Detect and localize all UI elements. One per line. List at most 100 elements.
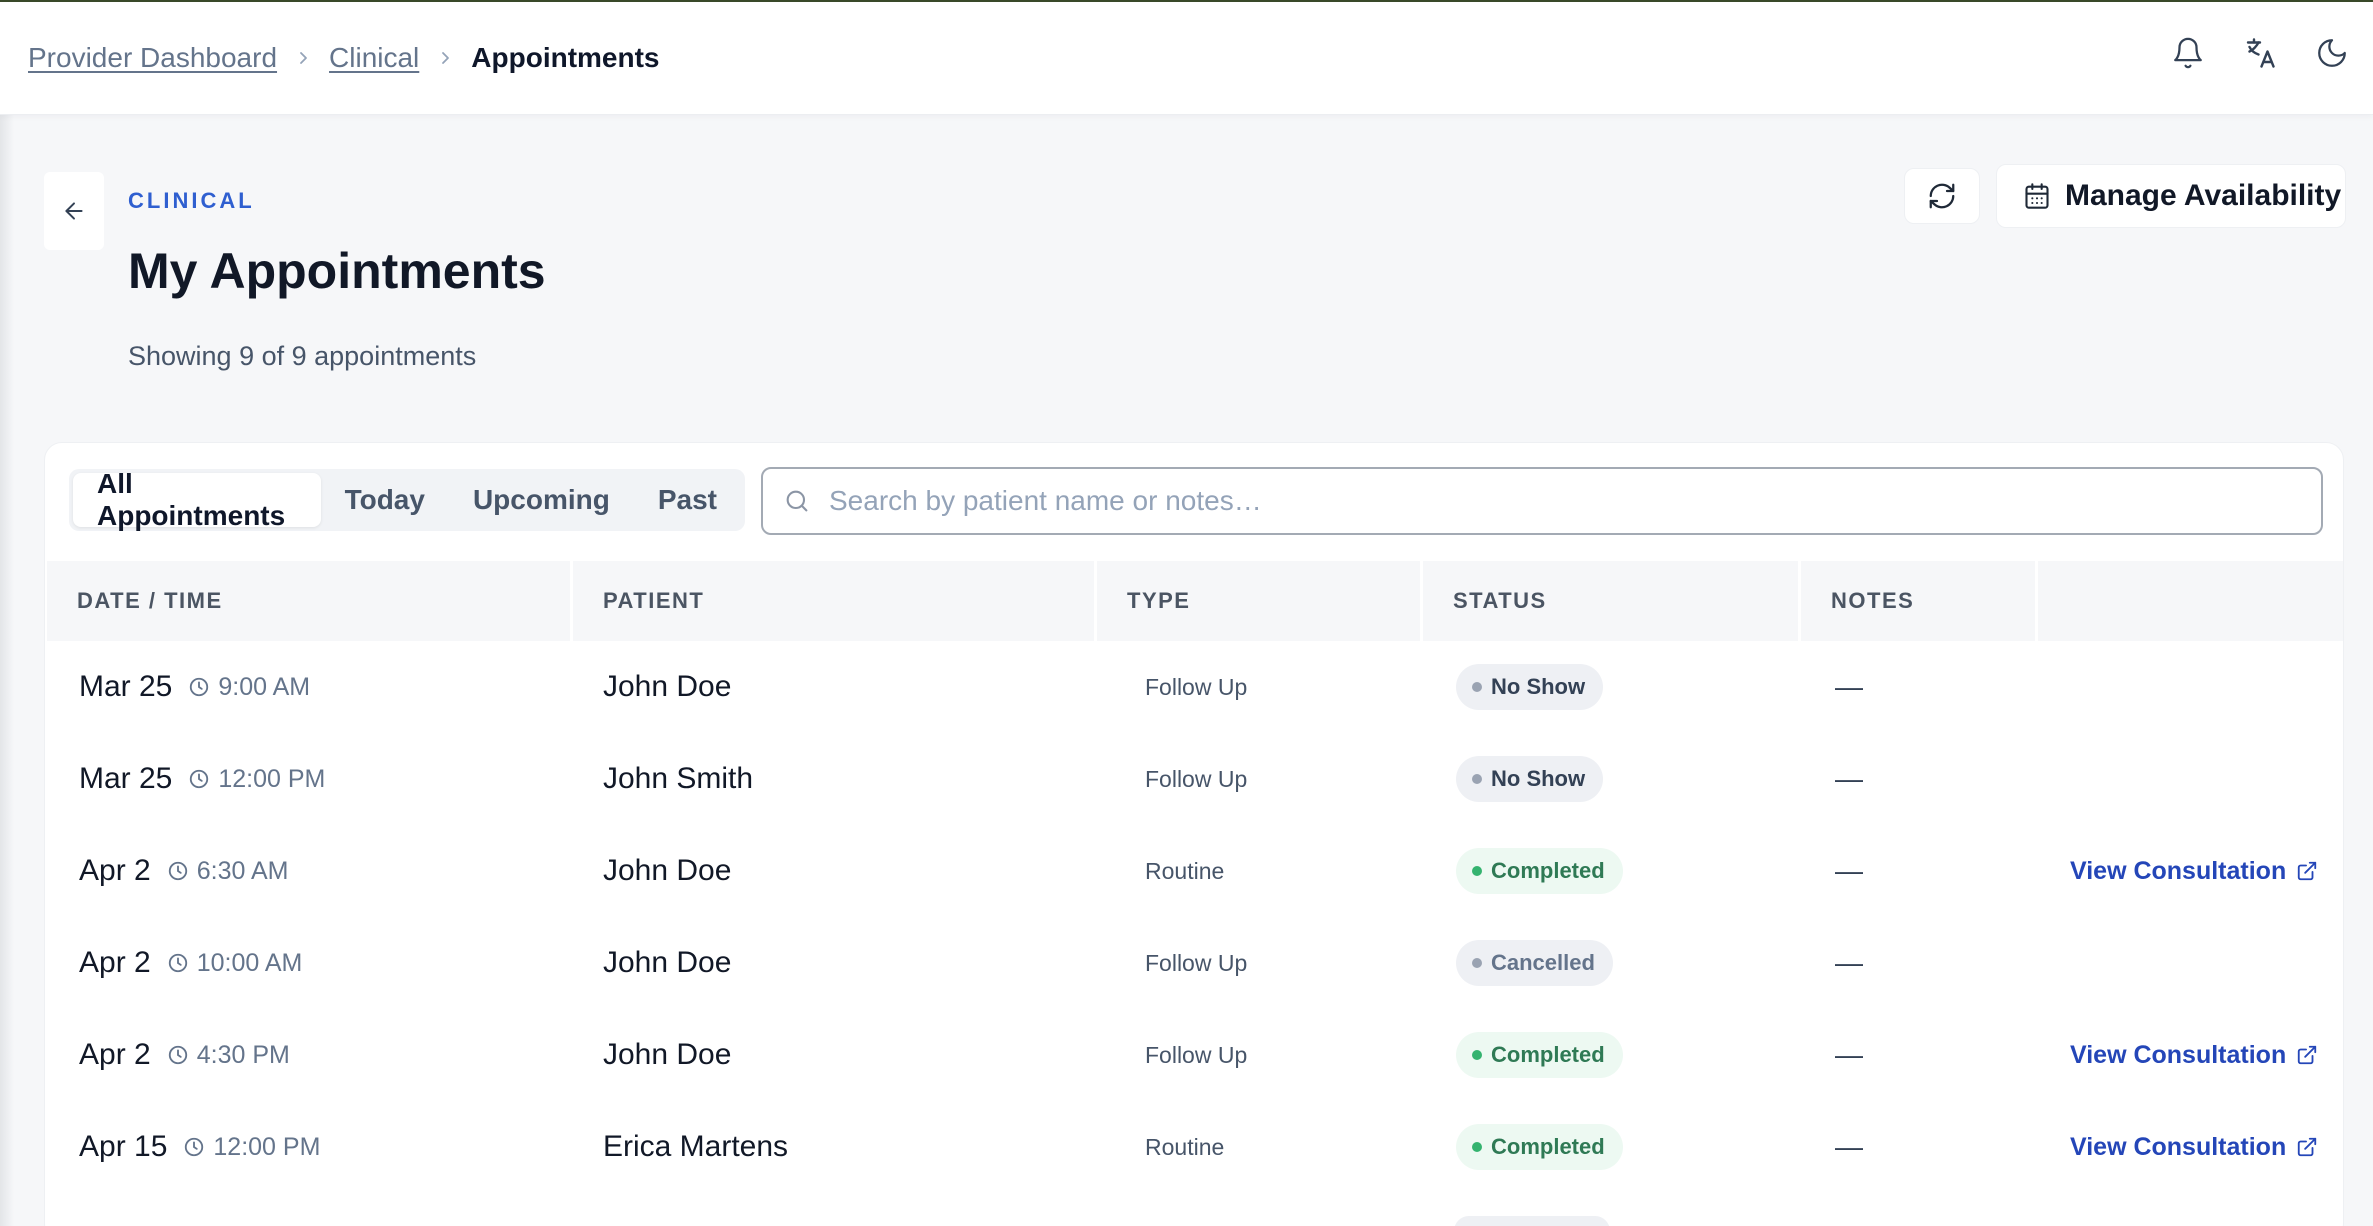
external-link-icon — [2298, 1137, 2317, 1157]
view-consultation-link[interactable]: View Consultation — [2070, 857, 2318, 886]
status-dot — [1472, 1142, 1482, 1152]
back-button[interactable] — [44, 172, 104, 250]
appointment-date: Apr 2 — [79, 854, 151, 887]
appointment-type: Follow Up — [1145, 949, 1248, 976]
view-consultation-label: View Consultation — [2070, 856, 2287, 885]
breadcrumb-clinical[interactable]: Clinical — [329, 42, 419, 74]
patient-name: John Smith — [603, 762, 754, 795]
clock-icon — [185, 1137, 204, 1157]
breadcrumb-current: Appointments — [471, 42, 660, 73]
top-bar: Provider Dashboard Clinical Appointments — [0, 2, 2373, 115]
clock-icon — [168, 1045, 187, 1065]
status-dot — [1472, 866, 1482, 876]
status-badge: Cancelled — [1456, 940, 1613, 986]
notes-cell: — — [1835, 763, 1863, 794]
section-eyebrow: CLINICAL — [128, 188, 255, 213]
time-text: 10:00 AM — [196, 948, 303, 977]
breadcrumb-provider-dashboard[interactable]: Provider Dashboard — [28, 42, 277, 74]
time-text: 12:00 PM — [218, 764, 326, 793]
appointment-type: Follow Up — [1145, 673, 1248, 700]
notes-cell: — — [1835, 947, 1863, 978]
clock-icon — [168, 861, 187, 881]
date-time-cell: Mar 25 9:00 AM — [47, 670, 573, 704]
table-row[interactable]: Mar 25 12:00 PM John Smith Follow Up No … — [47, 733, 2343, 825]
table-body: Mar 25 9:00 AM John Doe Follow Up No Sho… — [47, 641, 2343, 1193]
status-badge: Completed — [1456, 848, 1623, 894]
moon-icon — [2318, 39, 2346, 67]
page-title: My Appointments — [128, 243, 546, 299]
date-time-cell: Apr 2 6:30 AM — [47, 854, 573, 888]
search-input[interactable] — [829, 485, 2279, 517]
date-time-cell: Mar 25 12:00 PM — [47, 762, 573, 796]
appointment-time: 10:00 AM — [167, 948, 303, 978]
appointment-type: Routine — [1145, 1133, 1225, 1160]
clock-icon — [168, 953, 187, 973]
status-text: No Show — [1491, 674, 1586, 699]
table-header: DATE / TIME PATIENT TYPE STATUS NOTES — [47, 561, 2343, 641]
arrow-left-icon — [65, 202, 83, 220]
view-consultation-label: View Consultation — [2070, 1132, 2287, 1161]
theme-toggle-button[interactable] — [2311, 32, 2353, 74]
status-cell: Completed — [1423, 1032, 1801, 1078]
column-header-status[interactable]: STATUS — [1423, 561, 1801, 641]
patient-name: John Doe — [603, 670, 732, 703]
notes-cell: — — [1835, 1131, 1863, 1162]
table-row[interactable]: Mar 25 9:00 AM John Doe Follow Up No Sho… — [47, 641, 2343, 733]
manage-availability-label: Manage Availability — [2065, 179, 2342, 212]
appointment-date: Mar 25 — [79, 670, 173, 703]
manage-availability-button[interactable]: Manage Availability — [1996, 164, 2346, 228]
filter-tabs: All Appointments Today Upcoming Past — [69, 468, 745, 531]
table-row[interactable]: Apr 2 4:30 PM John Doe Follow Up Complet… — [47, 1009, 2343, 1101]
action-cell: View Consultation — [2038, 857, 2343, 886]
calendar-icon — [2025, 183, 2049, 209]
search-icon — [786, 490, 808, 512]
chevron-right-icon — [295, 50, 311, 66]
appointment-time: 9:00 AM — [188, 673, 310, 702]
view-consultation-label: View Consultation — [2070, 1040, 2287, 1069]
view-consultation-link[interactable]: View Consultation — [2070, 1133, 2318, 1162]
tab-past[interactable]: Past — [634, 473, 741, 527]
bell-icon — [2174, 37, 2202, 69]
table-row[interactable]: Apr 15 12:00 PM Erica Martens Routine Co… — [47, 1101, 2343, 1193]
column-header-type[interactable]: TYPE — [1097, 561, 1423, 641]
clock-icon — [190, 677, 209, 697]
status-dot — [1472, 682, 1482, 692]
tab-upcoming[interactable]: Upcoming — [449, 473, 634, 527]
status-cell: Completed — [1423, 1124, 1801, 1170]
appointment-date: Apr 2 — [79, 946, 151, 979]
tab-all-appointments[interactable]: All Appointments — [73, 468, 321, 531]
refresh-button[interactable] — [1904, 168, 1980, 224]
appointment-time: 12:00 PM — [183, 1133, 320, 1162]
notifications-button[interactable] — [2167, 32, 2209, 74]
column-header-patient[interactable]: PATIENT — [573, 561, 1097, 641]
tab-today[interactable]: Today — [321, 473, 449, 527]
chevron-right-icon — [437, 50, 453, 66]
table-row[interactable]: Apr 2 10:00 AM John Doe Follow Up Cancel… — [47, 917, 2343, 1009]
patient-name: John Doe — [603, 946, 732, 979]
status-text: Completed — [1491, 858, 1605, 883]
action-cell: View Consultation — [2038, 1133, 2343, 1162]
appointment-date: Apr 2 — [79, 1038, 151, 1071]
status-cell: Cancelled — [1423, 940, 1801, 986]
appointment-type: Follow Up — [1145, 765, 1248, 792]
search-field — [761, 467, 2323, 535]
view-consultation-link[interactable]: View Consultation — [2070, 1041, 2318, 1070]
column-header-notes[interactable]: NOTES — [1801, 561, 2038, 641]
table-row[interactable]: Apr 2 6:30 AM John Doe Routine Completed… — [47, 825, 2343, 917]
status-text: No Show — [1491, 766, 1586, 791]
status-badge: No Show — [1456, 664, 1604, 710]
status-cell: No Show — [1423, 756, 1801, 802]
external-link-icon — [2298, 861, 2317, 881]
date-time-cell: Apr 2 10:00 AM — [47, 946, 573, 980]
appointment-date: Mar 25 — [79, 762, 173, 795]
date-time-cell: Apr 2 4:30 PM — [47, 1038, 573, 1072]
appointment-time: 12:00 PM — [188, 765, 325, 794]
time-text: 4:30 PM — [196, 1040, 290, 1069]
appointment-date: Apr 15 — [79, 1130, 168, 1163]
time-text: 9:00 AM — [218, 672, 311, 701]
language-button[interactable] — [2239, 32, 2281, 74]
column-header-date-time[interactable]: DATE / TIME — [47, 561, 573, 641]
status-cell: Completed — [1423, 848, 1801, 894]
date-time-cell: Apr 15 12:00 PM — [47, 1130, 573, 1164]
patient-name: Erica Martens — [603, 1130, 789, 1163]
